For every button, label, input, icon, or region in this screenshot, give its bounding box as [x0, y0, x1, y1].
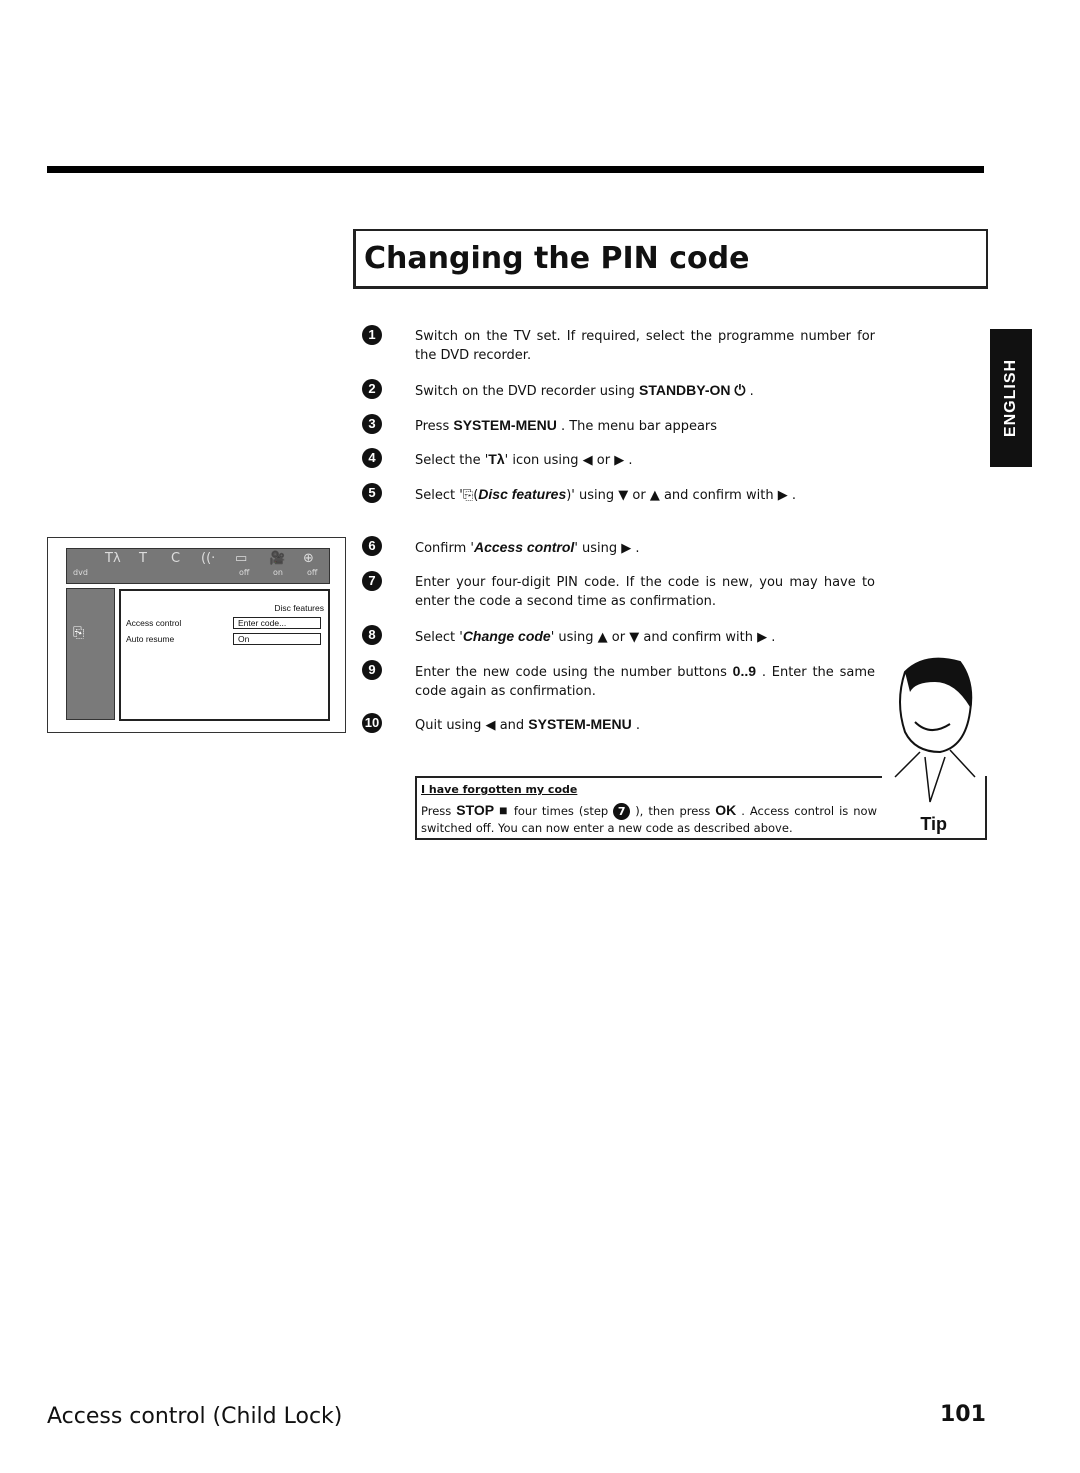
text: Select '	[415, 630, 463, 645]
bar-value: off	[307, 568, 318, 577]
text: . The menu bar appears	[556, 419, 718, 434]
text: Select '	[415, 488, 463, 503]
disc-features-icon: ⎘	[73, 625, 85, 641]
step-text: Confirm 'Access control' using ▶ .	[415, 538, 875, 558]
text: Select the '	[415, 453, 489, 468]
step-text: Switch on the DVD recorder using STANDBY…	[415, 381, 875, 401]
audio-icon: ((·	[201, 551, 216, 566]
menu-item-name: Access control	[473, 539, 575, 555]
section-footer: Access control (Child Lock)	[47, 1404, 343, 1429]
step-text: Switch on the TV set. If required, selec…	[415, 327, 875, 365]
settings-icon: Tλ	[488, 451, 505, 467]
key-label: SYSTEM-MENU	[453, 417, 557, 433]
stop-key: STOP ■	[456, 802, 509, 818]
osd-menu-bar: Tλ T C ((· ▭ 🎥 ⊕ dvd off on off	[66, 548, 330, 584]
panel-title: Disc features	[274, 603, 324, 613]
text: four times (step	[508, 804, 614, 818]
step-text: Quit using ◀ and SYSTEM-MENU .	[415, 715, 875, 735]
text: ' icon using ◀ or ▶ .	[504, 453, 633, 468]
text: Confirm '	[415, 541, 474, 556]
text: Enter the new code using the number butt…	[415, 665, 733, 680]
bar-value: off	[239, 568, 250, 577]
step-number: 9	[362, 660, 382, 680]
step-text: Enter the new code using the number butt…	[415, 662, 875, 701]
ok-key: OK	[715, 802, 737, 818]
row-value: On	[233, 633, 321, 645]
bar-value: on	[273, 568, 283, 577]
page-number: 101	[940, 1402, 986, 1427]
text: ' using ▲ or ▼ and confirm with ▶ .	[550, 630, 776, 645]
step-number: 8	[362, 625, 382, 645]
row-label: Auto resume	[126, 634, 175, 644]
chapter-icon: C	[171, 551, 181, 566]
zoom-icon: ⊕	[303, 551, 314, 566]
text: Quit using ◀ and	[415, 718, 529, 733]
key-label: STANDBY-ON ⏻	[638, 382, 746, 398]
text: Switch on the DVD recorder using	[415, 384, 639, 399]
title-icon: T	[139, 551, 147, 566]
step-number: 5	[362, 483, 382, 503]
step-text: Select '⎘(Disc features)' using ▼ or ▲ a…	[415, 485, 875, 505]
text: Press	[421, 804, 457, 818]
menu-item-name: Change code	[462, 628, 551, 644]
step-ref: 7	[613, 803, 631, 820]
text: )' using ▼ or ▲ and confirm with ▶ .	[566, 488, 796, 503]
text: .	[631, 718, 640, 733]
step-text: Press SYSTEM-MENU . The menu bar appears	[415, 416, 875, 436]
language-tab: ENGLISH	[990, 329, 1032, 467]
osd-screenshot: Tλ T C ((· ▭ 🎥 ⊕ dvd off on off ⎘ Disc f…	[47, 537, 346, 733]
text: ' using ▶ .	[574, 541, 640, 556]
step-number: 7	[362, 571, 382, 591]
text: ), then press	[630, 804, 716, 818]
row-value: Enter code...	[233, 617, 321, 629]
row-label: Access control	[126, 618, 182, 628]
tip-text: Press STOP ■ four times (step 7 ), then …	[421, 802, 877, 837]
tip-label: Tip	[920, 814, 947, 834]
step-number: 6	[362, 536, 382, 556]
key-label: SYSTEM-MENU	[528, 716, 632, 732]
title-box: Changing the PIN code	[353, 229, 988, 289]
disc-features-icon: ⎘(	[462, 488, 479, 503]
tip-rule	[417, 776, 882, 778]
page-title: Changing the PIN code	[364, 241, 750, 276]
angle-icon: 🎥	[269, 551, 286, 566]
step-text: Enter your four-digit PIN code. If the c…	[415, 573, 875, 611]
osd-side-menu: ⎘	[66, 588, 115, 720]
osd-panel: Disc features Access control Enter code.…	[119, 589, 330, 721]
subtitle-icon: ▭	[235, 551, 248, 566]
step-number: 3	[362, 414, 382, 434]
menu-item-name: Disc features	[478, 486, 567, 502]
text: Enter your four-digit PIN code. If the c…	[415, 575, 875, 609]
tip-heading: I have forgotten my code	[421, 783, 578, 796]
text: Press	[415, 419, 454, 434]
step-text: Select 'Change code' using ▲ or ▼ and co…	[415, 627, 875, 647]
tip-box: I have forgotten my code Press STOP ■ fo…	[415, 776, 987, 840]
text: .	[745, 384, 754, 399]
top-rule	[47, 166, 984, 173]
step-number: 2	[362, 379, 382, 399]
step-number: 4	[362, 448, 382, 468]
step-number: 10	[362, 713, 382, 733]
step-number: 1	[362, 325, 382, 345]
step-text: Select the 'Tλ' icon using ◀ or ▶ .	[415, 450, 875, 470]
key-label: 0..9	[732, 663, 757, 679]
text: Switch on the TV set. If required, selec…	[415, 329, 875, 363]
settings-icon: Tλ	[105, 551, 121, 566]
dvd-logo: dvd	[73, 568, 88, 577]
